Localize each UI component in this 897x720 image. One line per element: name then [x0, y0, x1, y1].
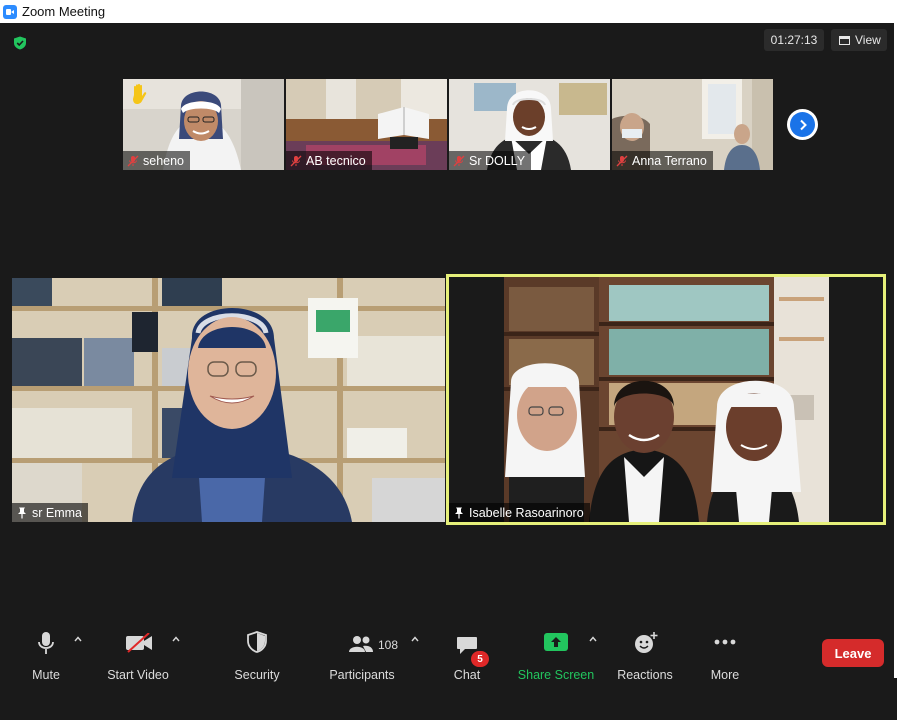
view-button[interactable]: View: [831, 29, 887, 51]
security-label: Security: [234, 668, 280, 682]
participant-nameplate: AB tecnico: [286, 151, 372, 170]
pin-icon: [455, 507, 463, 518]
video-feed: [449, 277, 883, 522]
participant-name: Isabelle Rasoarinoro: [469, 505, 584, 520]
participants-label: Participants: [329, 668, 395, 682]
participant-thumbnail-seheno[interactable]: seheno: [123, 79, 284, 170]
chat-button[interactable]: 5 Chat: [440, 623, 494, 693]
participant-nameplate: Sr DOLLY: [449, 151, 532, 170]
participants-count: 108: [378, 638, 399, 652]
participant-thumbnail-sr-dolly[interactable]: Sr DOLLY: [449, 79, 610, 170]
microphone-icon: [38, 632, 54, 654]
share-screen-label: Share Screen: [517, 668, 595, 682]
zoom-app-icon: [3, 4, 17, 19]
share-screen-icon: [544, 633, 568, 651]
more-button[interactable]: More: [698, 623, 752, 693]
chat-unread-badge: 5: [471, 651, 489, 667]
window-titlebar: Zoom Meeting: [0, 0, 897, 23]
encryption-shield-icon[interactable]: [13, 36, 27, 50]
meeting-toolbar: Mute Start Video Security 108 Participan…: [0, 623, 897, 720]
start-video-button[interactable]: Start Video: [100, 623, 180, 693]
mic-muted-icon: [453, 155, 465, 166]
shield-icon: [247, 631, 267, 653]
chevron-up-icon[interactable]: [74, 635, 82, 643]
reactions-button[interactable]: Reactions: [612, 623, 678, 693]
participant-nameplate: Isabelle Rasoarinoro: [449, 503, 590, 522]
mic-muted-icon: [290, 155, 302, 166]
participant-thumbnail-ab-tecnico[interactable]: AB tecnico: [286, 79, 447, 170]
emoji-plus-icon: [635, 632, 658, 653]
video-tile-isabelle-rasoarinoro[interactable]: Isabelle Rasoarinoro: [446, 274, 886, 525]
view-label: View: [855, 33, 881, 47]
pin-icon: [18, 507, 26, 518]
participant-name: Sr DOLLY: [469, 153, 526, 168]
leave-button[interactable]: Leave: [822, 639, 884, 667]
participant-name: seheno: [143, 153, 185, 168]
mic-muted-icon: [616, 155, 628, 166]
video-tile-sr-emma[interactable]: sr Emma: [12, 278, 445, 522]
reactions-label: Reactions: [617, 668, 673, 682]
chevron-up-icon[interactable]: [411, 635, 419, 643]
participant-name: AB tecnico: [306, 153, 366, 168]
participant-nameplate: sr Emma: [12, 503, 88, 522]
chat-label: Chat: [453, 668, 481, 682]
more-label: More: [710, 668, 740, 682]
raised-hand-icon: [133, 83, 147, 104]
share-screen-button[interactable]: Share Screen: [515, 623, 599, 693]
security-button[interactable]: Security: [225, 623, 289, 693]
mic-muted-icon: [127, 155, 139, 166]
meeting-timer: 01:27:13: [764, 29, 824, 51]
view-grid-icon: [839, 35, 850, 45]
participants-button[interactable]: 108 Participants: [320, 623, 406, 693]
start-video-label: Start Video: [107, 668, 169, 682]
video-camera-off-icon: [126, 633, 152, 653]
participant-thumbnail-anna-terrano[interactable]: Anna Terrano: [612, 79, 773, 170]
participants-icon: [349, 636, 373, 652]
chevron-up-icon[interactable]: [589, 635, 597, 643]
participant-name: Anna Terrano: [632, 153, 707, 168]
video-feed: [12, 278, 445, 522]
chevron-up-icon[interactable]: [172, 635, 180, 643]
more-dots-icon: [714, 639, 736, 645]
meeting-area: 01:27:13 View seheno AB tecnico Sr DOLLY…: [0, 23, 897, 720]
participant-nameplate: seheno: [123, 151, 191, 170]
next-page-button[interactable]: [787, 109, 818, 140]
chevron-right-icon: [799, 119, 807, 130]
participant-name: sr Emma: [32, 505, 82, 520]
mute-button[interactable]: Mute: [20, 623, 72, 693]
participant-nameplate: Anna Terrano: [612, 151, 713, 170]
window-title: Zoom Meeting: [22, 4, 106, 19]
mute-label: Mute: [32, 668, 60, 682]
